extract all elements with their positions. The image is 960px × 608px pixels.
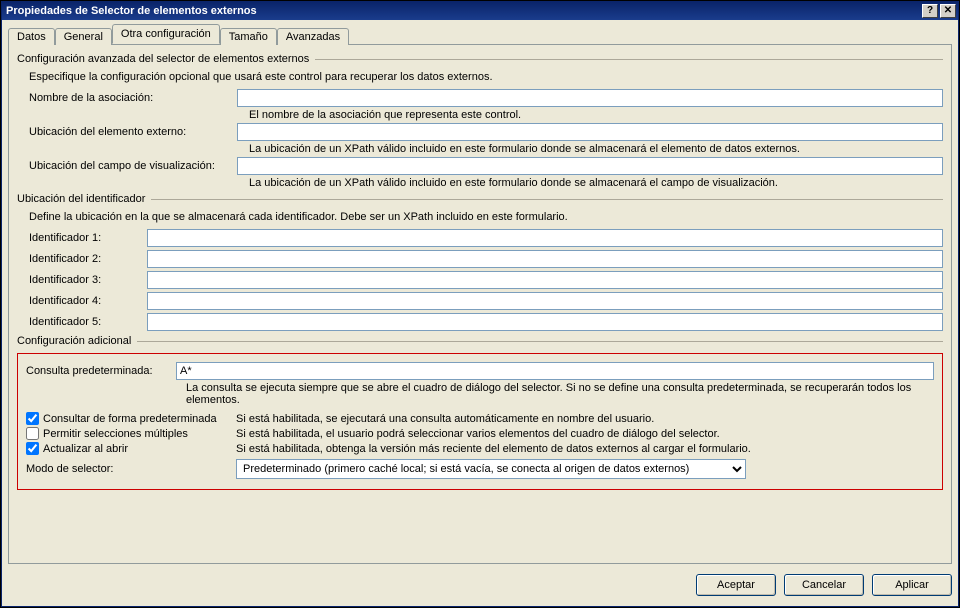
group-ids-legend: Ubicación del identificador	[17, 193, 145, 205]
chk-query-default-help: Si está habilitada, se ejecutará una con…	[236, 413, 934, 425]
disp-loc-help: La ubicación de un XPath válido incluido…	[249, 177, 943, 189]
divider	[151, 199, 943, 200]
group-advanced: Configuración avanzada del selector de e…	[17, 53, 943, 189]
selector-mode-label: Modo de selector:	[26, 463, 236, 475]
group-advanced-desc: Especifique la configuración opcional qu…	[29, 71, 943, 83]
tabpane: Configuración avanzada del selector de e…	[8, 44, 952, 564]
default-query-help: La consulta se ejecuta siempre que se ab…	[186, 382, 934, 406]
assoc-name-input[interactable]	[237, 89, 943, 107]
tab-datos[interactable]: Datos	[8, 28, 55, 45]
close-button[interactable]: ✕	[940, 4, 956, 18]
titlebar: Propiedades de Selector de elementos ext…	[2, 2, 958, 20]
chk-multi-select-help: Si está habilitada, el usuario podrá sel…	[236, 428, 934, 440]
chk-refresh-open-help: Si está habilitada, obtenga la versión m…	[236, 443, 934, 455]
button-bar: Aceptar Cancelar Aplicar	[696, 574, 952, 596]
divider	[137, 341, 943, 342]
tab-otra-configuracion[interactable]: Otra configuración	[112, 24, 220, 44]
default-query-label: Consulta predeterminada:	[26, 365, 176, 377]
tabstrip: Datos General Otra configuración Tamaño …	[8, 24, 952, 44]
group-ids-desc: Define la ubicación en la que se almacen…	[29, 211, 943, 223]
chk-multi-select[interactable]: Permitir selecciones múltiples	[26, 427, 236, 440]
group-advanced-legend: Configuración avanzada del selector de e…	[17, 53, 309, 65]
group-ids: Ubicación del identificador Define la ub…	[17, 193, 943, 331]
id-input-4[interactable]	[147, 292, 943, 310]
selector-mode-select[interactable]: Predeterminado (primero caché local; si …	[236, 459, 746, 479]
ok-button[interactable]: Aceptar	[696, 574, 776, 596]
id-row-3: Identificador 3:	[29, 271, 943, 289]
chk-refresh-open[interactable]: Actualizar al abrir	[26, 442, 236, 455]
chk-query-default-input[interactable]	[26, 412, 39, 425]
additional-red-box: Consulta predeterminada: La consulta se …	[17, 353, 943, 490]
id-row-4: Identificador 4:	[29, 292, 943, 310]
group-additional: Configuración adicional Consulta predete…	[17, 335, 943, 490]
ext-loc-label: Ubicación del elemento externo:	[29, 126, 237, 138]
ext-loc-input[interactable]	[237, 123, 943, 141]
tab-avanzadas[interactable]: Avanzadas	[277, 28, 349, 45]
disp-loc-label: Ubicación del campo de visualización:	[29, 160, 237, 172]
client-area: Datos General Otra configuración Tamaño …	[8, 24, 952, 600]
id-input-2[interactable]	[147, 250, 943, 268]
id-input-5[interactable]	[147, 313, 943, 331]
id-row-5: Identificador 5:	[29, 313, 943, 331]
tab-tamano[interactable]: Tamaño	[220, 28, 277, 45]
disp-loc-input[interactable]	[237, 157, 943, 175]
chk-multi-select-input[interactable]	[26, 427, 39, 440]
id-row-1: Identificador 1:	[29, 229, 943, 247]
default-query-input[interactable]	[176, 362, 934, 380]
id-row-2: Identificador 2:	[29, 250, 943, 268]
dialog-window: Propiedades de Selector de elementos ext…	[1, 1, 959, 607]
assoc-name-help: El nombre de la asociación que represent…	[249, 109, 943, 121]
chk-query-default[interactable]: Consultar de forma predeterminada	[26, 412, 236, 425]
apply-button[interactable]: Aplicar	[872, 574, 952, 596]
id-input-3[interactable]	[147, 271, 943, 289]
window-title: Propiedades de Selector de elementos ext…	[6, 5, 920, 17]
divider	[315, 59, 943, 60]
help-button[interactable]: ?	[922, 4, 938, 18]
cancel-button[interactable]: Cancelar	[784, 574, 864, 596]
group-additional-legend: Configuración adicional	[17, 335, 131, 347]
assoc-name-label: Nombre de la asociación:	[29, 92, 237, 104]
tab-general[interactable]: General	[55, 28, 112, 45]
ext-loc-help: La ubicación de un XPath válido incluido…	[249, 143, 943, 155]
chk-refresh-open-input[interactable]	[26, 442, 39, 455]
id-input-1[interactable]	[147, 229, 943, 247]
